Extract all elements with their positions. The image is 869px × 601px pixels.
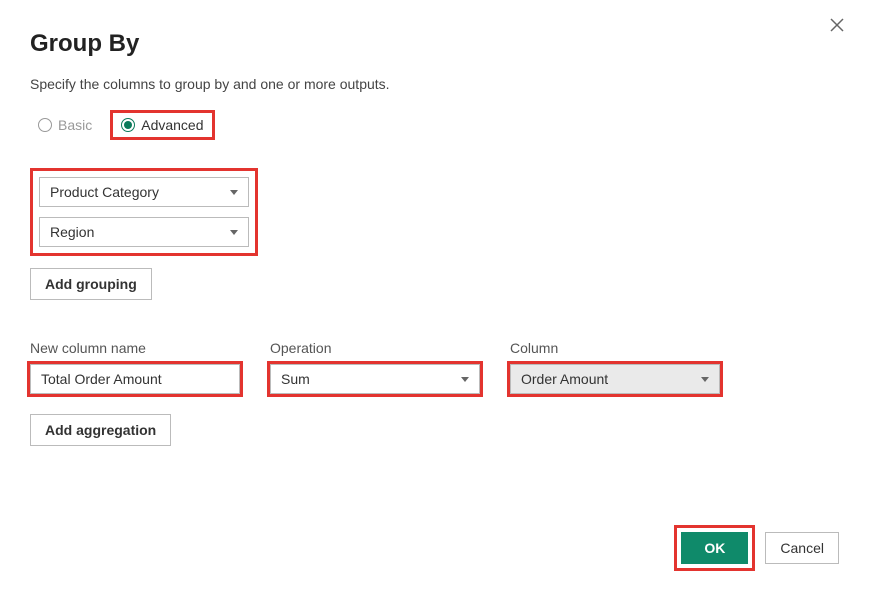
cancel-button[interactable]: Cancel	[765, 532, 839, 564]
new-column-label: New column name	[30, 340, 240, 356]
col-operation: Operation Sum	[270, 340, 480, 394]
mode-row: Basic Advanced	[30, 110, 839, 140]
radio-icon	[38, 118, 52, 132]
radio-icon	[121, 118, 135, 132]
add-grouping-button[interactable]: Add grouping	[30, 268, 152, 300]
new-column-input[interactable]	[30, 364, 240, 394]
operation-value: Sum	[281, 371, 310, 387]
chevron-down-icon	[230, 190, 238, 195]
grouping-dropdown-0[interactable]: Product Category	[39, 177, 249, 207]
grouping-value: Product Category	[50, 184, 159, 200]
operation-dropdown[interactable]: Sum	[270, 364, 480, 394]
ok-button[interactable]: OK	[681, 532, 748, 564]
column-dropdown[interactable]: Order Amount	[510, 364, 720, 394]
grouping-dropdown-1[interactable]: Region	[39, 217, 249, 247]
radio-advanced[interactable]: Advanced	[110, 110, 214, 140]
operation-label: Operation	[270, 340, 480, 356]
dialog-title: Group By	[30, 30, 839, 58]
radio-basic-label: Basic	[58, 117, 92, 133]
dialog-footer: OK Cancel	[674, 525, 839, 571]
chevron-down-icon	[701, 377, 709, 382]
aggregation-section: New column name Operation Sum Column Ord…	[30, 340, 839, 446]
dialog-subtitle: Specify the columns to group by and one …	[30, 76, 839, 92]
grouping-value: Region	[50, 224, 94, 240]
ok-highlight: OK	[674, 525, 755, 571]
col-target: Column Order Amount	[510, 340, 720, 394]
grouping-block: Product Category Region	[30, 168, 258, 256]
add-aggregation-button[interactable]: Add aggregation	[30, 414, 171, 446]
radio-basic[interactable]: Basic	[30, 113, 100, 137]
col-new-name: New column name	[30, 340, 240, 394]
column-value: Order Amount	[521, 371, 608, 387]
close-icon[interactable]	[830, 18, 844, 37]
chevron-down-icon	[230, 230, 238, 235]
radio-advanced-label: Advanced	[141, 117, 203, 133]
column-label: Column	[510, 340, 720, 356]
chevron-down-icon	[461, 377, 469, 382]
